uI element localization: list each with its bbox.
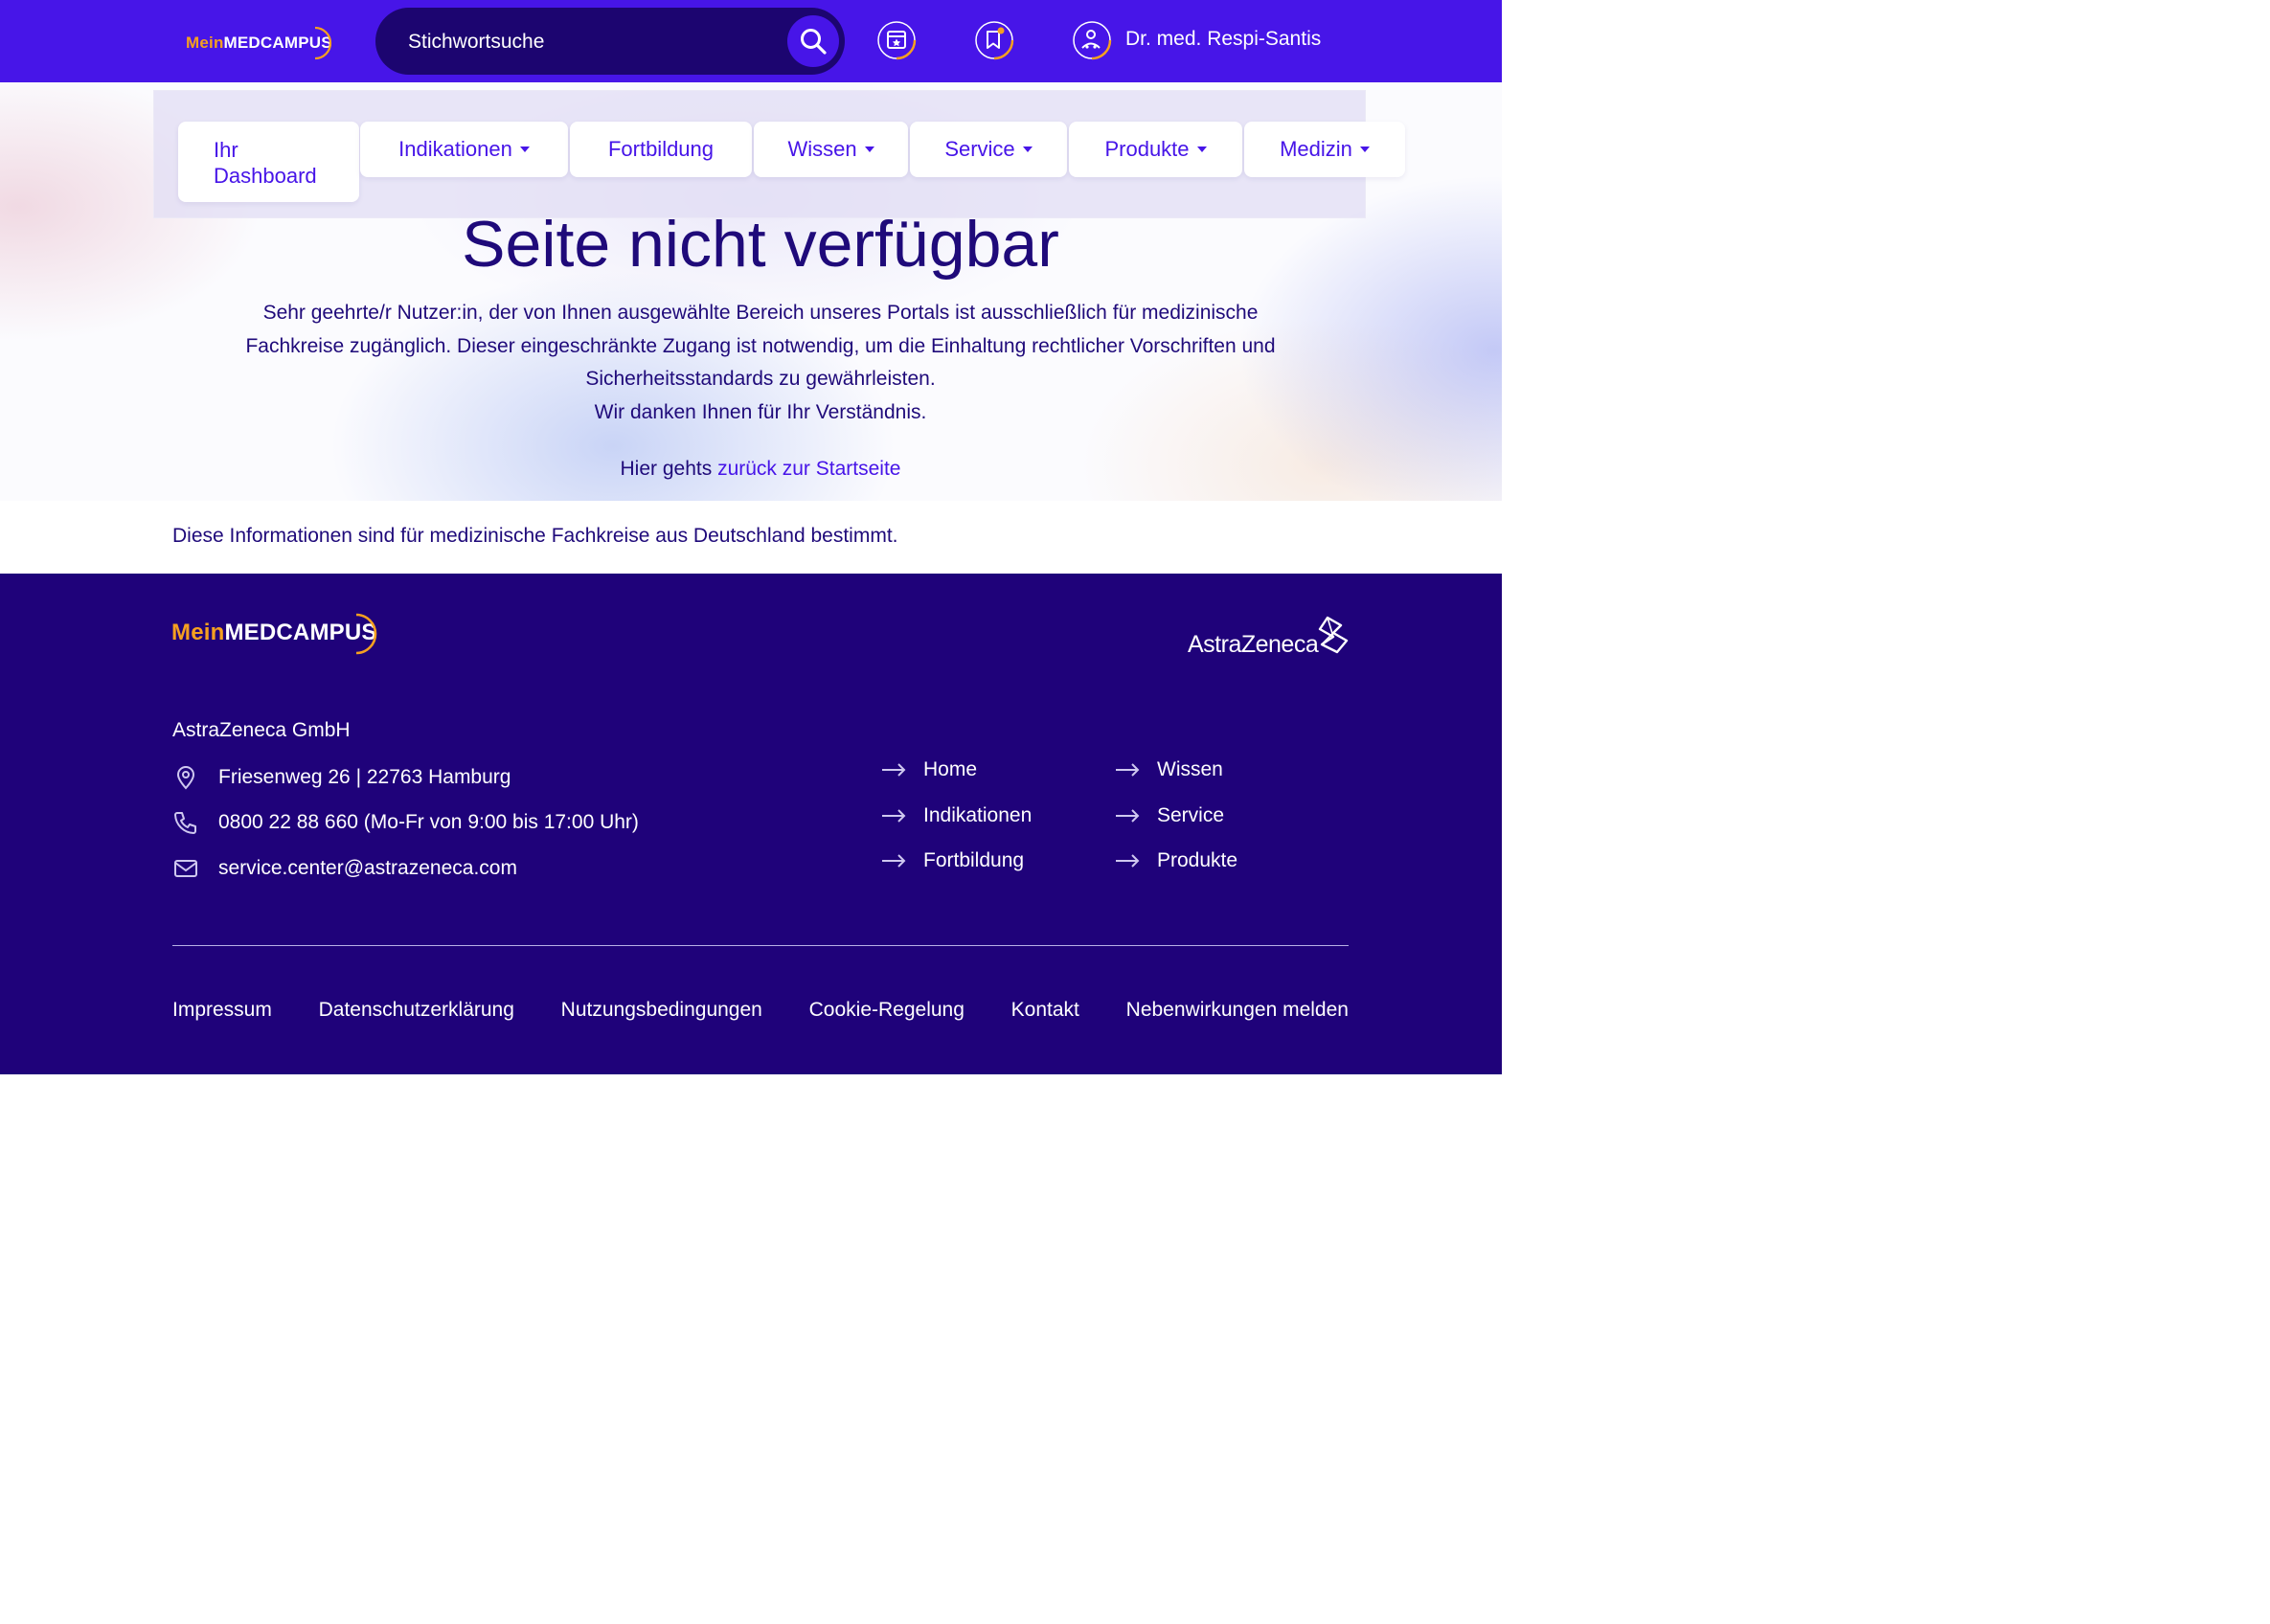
address-text: Friesenweg 26 | 22763 Hamburg xyxy=(218,766,511,788)
email-row: service.center@astrazeneca.com xyxy=(172,854,517,883)
footer-link-label: Wissen xyxy=(1157,758,1223,780)
message-line: Sicherheitsstandards zu gewährleisten. xyxy=(585,368,936,390)
message-line: Fachkreise zugänglich. Dieser eingeschrä… xyxy=(245,334,1276,357)
footer-divider xyxy=(172,945,1349,946)
legal-link-kontakt[interactable]: Kontakt xyxy=(1011,999,1079,1022)
main-nav: Ihr Dashboard Indikationen Fortbildung W… xyxy=(153,90,1405,218)
nav-label: Wissen xyxy=(787,137,857,161)
nav-service[interactable]: Service xyxy=(910,122,1067,177)
profile-button[interactable] xyxy=(1071,18,1115,62)
address-row: Friesenweg 26 | 22763 Hamburg xyxy=(172,763,511,792)
legal-links: Impressum Datenschutzerklärung Nutzungsb… xyxy=(172,999,1349,1022)
message-line: Wir danken Ihnen für Ihr Verständnis. xyxy=(594,400,927,423)
footer-link-service[interactable]: Service xyxy=(1115,804,1224,827)
footer-link-produkte[interactable]: Produkte xyxy=(1115,849,1237,872)
footer-link-fortbildung[interactable]: Fortbildung xyxy=(881,849,1024,872)
medcampus-logo[interactable]: Mein MEDCAMPUS xyxy=(186,26,332,60)
legal-link-cookie[interactable]: Cookie-Regelung xyxy=(809,999,965,1022)
search-button[interactable] xyxy=(787,15,839,67)
disclaimer-text: Diese Informationen sind für medizinisch… xyxy=(172,525,898,547)
footer-medcampus-logo[interactable]: MeinMEDCAMPUS xyxy=(171,613,377,655)
logo-arc-icon xyxy=(314,26,331,60)
footer-link-label: Indikationen xyxy=(923,804,1033,826)
bookmarks-button[interactable] xyxy=(973,18,1017,62)
nav-label: Service xyxy=(944,137,1015,161)
astrazeneca-logo[interactable]: AstraZeneca xyxy=(1188,616,1351,664)
footer: MeinMEDCAMPUS AstraZeneca AstraZeneca Gm… xyxy=(0,574,1502,1074)
email-link[interactable]: service.center@astrazeneca.com xyxy=(218,857,517,880)
phone-row: 0800 22 88 660 (Mo-Fr von 9:00 bis 17:00… xyxy=(172,808,639,837)
nav-label: Produkte xyxy=(1104,137,1190,161)
bookmark-icon xyxy=(975,21,1014,60)
user-icon xyxy=(1073,21,1112,60)
caret-down-icon xyxy=(1359,147,1370,152)
hero-section: Ihr Dashboard Indikationen Fortbildung W… xyxy=(0,82,1502,501)
page-title: Seite nicht verfügbar xyxy=(462,208,1059,281)
legal-link-nutzungsbedingungen[interactable]: Nutzungsbedingungen xyxy=(561,999,762,1022)
arrow-right-icon xyxy=(1116,763,1140,777)
astrazeneca-symbol-icon xyxy=(1318,616,1349,654)
message-line: Sehr geehrte/r Nutzer:in, der von Ihnen … xyxy=(262,302,1259,324)
logo-mein: Mein xyxy=(171,620,225,645)
footer-link-home[interactable]: Home xyxy=(881,758,977,781)
user-name[interactable]: Dr. med. Respi-Santis xyxy=(1125,28,1321,51)
search-bar xyxy=(375,8,845,75)
arrow-right-icon xyxy=(1116,854,1140,868)
arrow-right-icon xyxy=(882,763,906,777)
phone-text[interactable]: 0800 22 88 660 (Mo-Fr von 9:00 bis 17:00… xyxy=(218,811,639,834)
nav-label: Indikationen xyxy=(398,137,512,161)
company-name: AstraZeneca GmbH xyxy=(172,719,351,741)
nav-indikationen[interactable]: Indikationen xyxy=(360,122,568,177)
astrazeneca-wordmark: AstraZeneca xyxy=(1188,631,1319,658)
nav-dashboard-label: Ihr Dashboard xyxy=(214,138,317,188)
caret-down-icon xyxy=(1196,147,1207,152)
events-button[interactable] xyxy=(875,18,919,62)
footer-link-label: Produkte xyxy=(1157,849,1238,871)
legal-link-nebenwirkungen[interactable]: Nebenwirkungen melden xyxy=(1126,999,1349,1022)
back-to-home-link[interactable]: zurück zur Startseite xyxy=(717,458,900,480)
back-prefix: Hier gehts xyxy=(620,458,718,480)
calendar-star-icon xyxy=(877,21,917,60)
location-pin-icon xyxy=(176,766,195,790)
search-icon xyxy=(801,29,827,55)
legal-link-datenschutz[interactable]: Datenschutzerklärung xyxy=(319,999,514,1022)
caret-down-icon xyxy=(1022,147,1033,152)
arrow-right-icon xyxy=(882,854,906,868)
logo-mein: Mein xyxy=(186,34,224,52)
back-line: Hier gehts zurück zur Startseite xyxy=(0,458,1521,481)
top-header: Mein MEDCAMPUS Stichwortsuche Dr. med. R… xyxy=(0,0,1502,82)
caret-down-icon xyxy=(864,147,874,152)
arrow-right-icon xyxy=(1116,809,1140,823)
logo-arc-icon xyxy=(355,613,376,655)
nav-label: Medizin xyxy=(1280,137,1352,161)
phone-icon xyxy=(174,812,196,834)
nav-medizin[interactable]: Medizin xyxy=(1244,122,1405,177)
nav-fortbildung[interactable]: Fortbildung xyxy=(570,122,752,177)
footer-link-label: Home xyxy=(923,758,978,780)
legal-link-impressum[interactable]: Impressum xyxy=(172,999,272,1022)
footer-link-label: Service xyxy=(1157,804,1225,826)
caret-down-icon xyxy=(519,147,530,152)
arrow-right-icon xyxy=(882,809,906,823)
nav-dashboard[interactable]: Ihr Dashboard xyxy=(178,122,359,202)
footer-link-indikationen[interactable]: Indikationen xyxy=(881,804,1032,827)
footer-link-wissen[interactable]: Wissen xyxy=(1115,758,1223,781)
search-input[interactable] xyxy=(406,21,774,63)
footer-link-label: Fortbildung xyxy=(923,849,1025,871)
nav-produkte[interactable]: Produkte xyxy=(1069,122,1242,177)
info-message: Sehr geehrte/r Nutzer:in, der von Ihnen … xyxy=(182,297,1339,429)
mail-icon xyxy=(174,860,197,877)
nav-wissen[interactable]: Wissen xyxy=(754,122,908,177)
nav-label: Fortbildung xyxy=(607,137,715,161)
